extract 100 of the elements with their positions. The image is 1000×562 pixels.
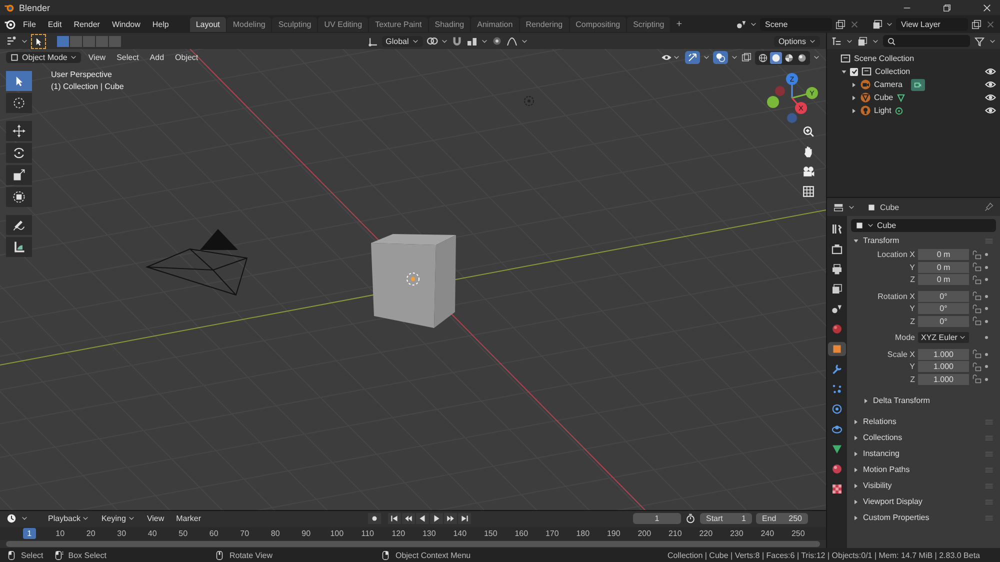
outliner-item[interactable]: Collection [875,67,910,76]
tool-button[interactable] [6,165,32,185]
viewport-menu[interactable]: Add [146,52,168,63]
tool-button[interactable] [6,121,32,141]
disclosure-triangle-icon[interactable] [853,238,859,244]
timeline-menu[interactable]: View [142,513,168,524]
shading-button[interactable] [783,52,795,64]
start-frame-field[interactable]: Start 1 [700,513,752,524]
keyframe-dot-icon[interactable] [985,365,988,368]
scene-field[interactable]: Scene [760,18,832,30]
workspace-tab[interactable]: Rendering [520,16,569,32]
panel-header[interactable]: Custom Properties [863,513,930,522]
menu-item[interactable]: Window [106,18,146,30]
workspace-tab[interactable]: Texture Paint [369,16,428,32]
play-reverse-icon[interactable] [418,514,427,524]
disclosure-triangle-icon[interactable] [853,514,859,520]
image-stack-icon[interactable] [857,36,868,46]
timeline-menu[interactable]: Playback [44,513,94,524]
panel-header[interactable]: Instancing [863,449,900,458]
workspace-tab[interactable]: Compositing [570,16,626,32]
stopwatch-icon[interactable] [685,513,696,524]
workspace-tab[interactable]: Animation [471,16,519,32]
current-frame-field[interactable]: 1 [633,513,681,524]
viewport-menu[interactable]: Select [112,52,143,63]
magnet-icon[interactable] [450,35,463,47]
lock-icon[interactable] [972,274,982,285]
editor-type-icon[interactable] [6,35,18,47]
workspace-tab[interactable]: Layout [190,16,226,32]
search-field[interactable] [883,35,970,47]
lock-icon[interactable] [972,349,982,360]
scene-icon[interactable] [736,18,747,30]
number-field[interactable]: 0 m [918,249,969,260]
tool-button[interactable] [6,237,32,257]
gizmo-arrows-icon[interactable] [687,52,698,63]
falloff-curve-icon[interactable] [506,35,518,47]
object-name-field[interactable]: Cube [851,219,996,232]
checkbox[interactable] [850,68,858,76]
keyframe-dot-icon[interactable] [985,378,988,381]
disclosure-triangle-icon[interactable] [853,466,859,472]
disclosure-triangle-icon[interactable] [851,82,857,88]
selection-mode-button[interactable] [57,36,69,46]
eye-pointer-icon[interactable] [661,52,672,63]
disclosure-triangle-icon[interactable] [863,398,869,404]
keyframe-dot-icon[interactable] [985,336,988,340]
close-icon[interactable] [982,2,992,12]
image-stack-icon[interactable] [872,18,883,30]
number-field[interactable]: 0° [918,316,969,327]
disclosure-triangle-icon[interactable] [853,498,859,504]
panel-header[interactable]: Transform [863,236,900,245]
zoom-icon[interactable] [802,125,815,138]
end-frame-field[interactable]: End 250 [756,513,808,524]
number-field[interactable]: 1.000 [918,361,969,372]
workspace-tab[interactable]: Modeling [226,16,272,32]
menu-item[interactable]: Edit [42,18,67,30]
shading-button[interactable] [796,52,808,64]
number-field[interactable]: 0° [918,290,969,302]
timeline-menu[interactable]: Marker [172,513,206,524]
keyframe-dot-icon[interactable] [985,294,988,298]
keyframe-dot-icon[interactable] [985,278,988,282]
properties-tab[interactable] [828,342,846,356]
clock-icon[interactable] [6,513,17,524]
jump-start-icon[interactable] [390,514,399,524]
overlays-icon[interactable] [715,52,726,63]
lock-icon[interactable] [972,374,982,384]
workspace-tab[interactable]: Sculpting [272,16,318,32]
filter-icon[interactable] [974,36,985,46]
eye-icon[interactable] [985,92,996,103]
lock-icon[interactable] [972,316,982,326]
disclosure-triangle-icon[interactable] [853,482,859,488]
mode-dropdown[interactable]: Object Mode [6,52,82,63]
lock-icon[interactable] [972,262,982,272]
keyframe-dot-icon[interactable] [985,320,988,323]
rotation-mode-dropdown[interactable]: XYZ Euler [918,332,969,344]
view-layer-field[interactable]: View Layer [896,18,968,30]
panel-header[interactable]: Relations [863,417,896,426]
eye-icon[interactable] [985,79,996,90]
outliner-editor-icon[interactable] [831,36,842,46]
keyframe-dot-icon[interactable] [985,253,988,256]
disclosure-triangle-icon[interactable] [853,434,859,440]
disclosure-triangle-icon[interactable] [853,450,859,456]
record-icon[interactable] [370,514,379,524]
number-field[interactable]: 1.000 [918,374,969,385]
menu-item[interactable]: Help [147,18,174,30]
camera-view-icon[interactable] [802,165,815,178]
add-workspace-button[interactable]: + [671,16,688,32]
outliner-item[interactable]: Light [874,106,892,115]
panel-header[interactable]: Collections [863,433,902,442]
disclosure-triangle-icon[interactable] [841,68,847,74]
keyframe-dot-icon[interactable] [985,307,988,310]
disclosure-triangle-icon[interactable] [851,108,857,114]
next-keyframe-icon[interactable] [446,514,455,524]
lock-icon[interactable] [972,362,982,372]
snap-target-icon[interactable] [466,35,478,47]
menu-item[interactable]: File [18,18,41,30]
jump-end-icon[interactable] [460,514,469,524]
viewport-menu[interactable]: View [84,52,110,63]
eye-icon[interactable] [985,105,996,116]
copy-icon[interactable] [835,18,846,30]
outliner-item[interactable]: Scene Collection [854,54,914,63]
number-field[interactable]: 0° [918,303,969,314]
